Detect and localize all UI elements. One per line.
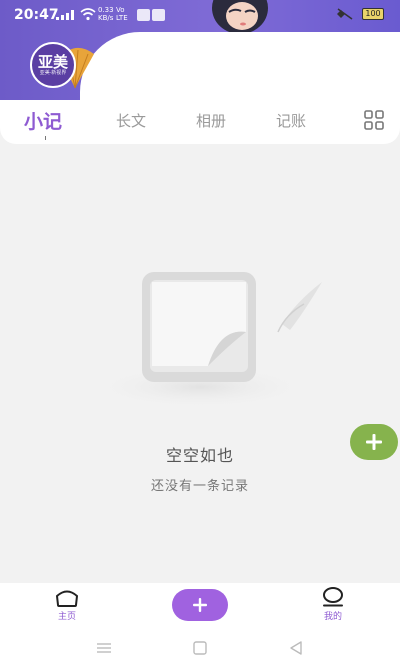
tab-indicator (45, 136, 46, 140)
volte-label: Vo (116, 6, 125, 14)
bottom-nav: 主页 我的 (0, 583, 400, 633)
network-type: Vo LTE (116, 6, 128, 22)
logo-badge: 亚美 亚美·新视界 (30, 42, 76, 88)
nav-mine-label: 我的 (323, 612, 342, 622)
app-logo: 亚美 亚美·新视界 (30, 40, 100, 90)
mute-icon (337, 8, 353, 20)
tab-album[interactable]: 相册 (196, 110, 226, 131)
signal-icon (56, 10, 74, 20)
empty-subtitle: 还没有一条记录 (150, 479, 249, 494)
empty-notepad-icon (90, 272, 322, 409)
menu-icon[interactable] (96, 641, 112, 655)
tab-notes[interactable]: 小记 (24, 107, 62, 134)
grid-icon[interactable] (364, 110, 384, 130)
status-right: 100 (336, 8, 384, 20)
header: 20:47 0.33 KB/s Vo LTE 100 亚美 亚美·新视界 (0, 0, 400, 100)
status-bar: 20:47 0.33 KB/s Vo LTE 100 (0, 0, 400, 30)
system-nav-bar (0, 633, 400, 666)
empty-title: 空空如也 (165, 446, 234, 465)
status-time: 20:47 (14, 7, 59, 23)
battery-icon: 100 (362, 8, 384, 20)
plus-icon (193, 598, 207, 612)
speed-value: 0.33 (98, 6, 114, 14)
app-notification-icon (152, 9, 165, 21)
center-add-button[interactable] (172, 589, 228, 621)
tab-accounting[interactable]: 记账 (276, 110, 306, 131)
logo-text: 亚美 (37, 52, 68, 71)
plus-icon (366, 434, 382, 450)
logo-subtext: 亚美·新视界 (39, 69, 67, 76)
header-card (80, 32, 400, 100)
home-square-icon[interactable] (192, 641, 208, 655)
network-speed: 0.33 KB/s (98, 6, 114, 22)
nav-mine[interactable]: 我的 (308, 587, 358, 622)
tab-bar: 小记 长文 相册 记账 (0, 100, 400, 144)
home-icon (56, 590, 78, 607)
back-icon[interactable] (288, 641, 304, 655)
add-note-button[interactable] (350, 424, 398, 460)
speed-unit: KB/s (98, 14, 114, 22)
wifi-icon (80, 8, 96, 21)
notification-icon (137, 9, 150, 21)
lte-label: LTE (116, 14, 128, 22)
nav-home-label: 主页 (57, 612, 76, 622)
profile-icon (323, 587, 343, 607)
nav-home[interactable]: 主页 (42, 587, 92, 622)
tab-articles[interactable]: 长文 (116, 110, 146, 131)
